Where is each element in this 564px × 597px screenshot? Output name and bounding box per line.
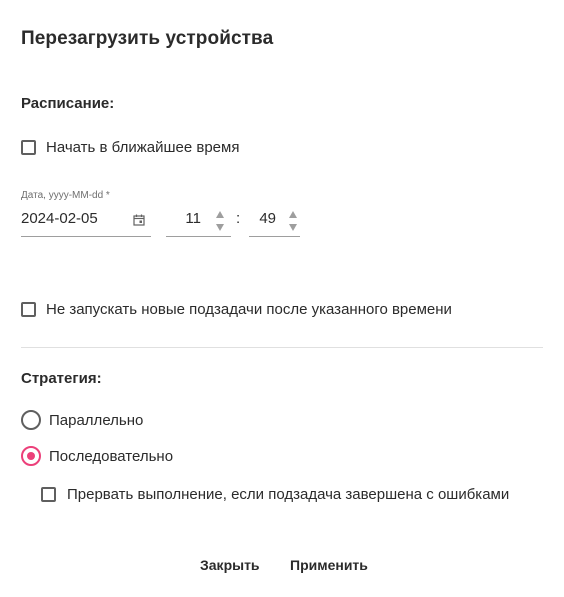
- sequential-radio[interactable]: [21, 446, 41, 466]
- close-button[interactable]: Закрыть: [200, 552, 260, 578]
- strategy-section-label: Стратегия:: [21, 370, 102, 387]
- hours-field-underline: [166, 236, 231, 237]
- strategy-option-sequential[interactable]: Последовательно: [21, 446, 173, 466]
- minutes-spinner[interactable]: [288, 209, 298, 233]
- schedule-section-label: Расписание:: [21, 95, 115, 112]
- no-new-subtasks-checkbox[interactable]: [21, 302, 36, 317]
- date-field-underline: [21, 236, 151, 237]
- hours-input-value[interactable]: 11: [166, 210, 201, 227]
- minutes-down-arrow-icon: [289, 224, 297, 231]
- no-new-subtasks-checkbox-row[interactable]: Не запускать новые подзадачи после указа…: [21, 301, 452, 318]
- start-asap-checkbox-row[interactable]: Начать в ближайшее время: [21, 139, 239, 156]
- minutes-input-value[interactable]: 49: [249, 210, 276, 227]
- calendar-icon[interactable]: [133, 214, 145, 226]
- parallel-radio-label: Параллельно: [49, 411, 144, 429]
- sequential-radio-label: Последовательно: [49, 447, 174, 465]
- date-field-caption: Дата, yyyy-MM-dd *: [21, 190, 110, 201]
- minutes-up-arrow-icon: [289, 211, 297, 218]
- minutes-field-underline: [249, 236, 300, 237]
- hours-down-arrow-icon: [216, 224, 224, 231]
- reboot-devices-dialog: Перезагрузить устройства Расписание: Нач…: [0, 0, 564, 597]
- abort-on-error-checkbox-row[interactable]: Прервать выполнение, если подзадача заве…: [41, 486, 509, 503]
- no-new-subtasks-label: Не запускать новые подзадачи после указа…: [46, 301, 452, 318]
- abort-on-error-checkbox[interactable]: [41, 487, 56, 502]
- date-field[interactable]: Дата, yyyy-MM-dd * 2024-02-05: [21, 190, 151, 238]
- strategy-option-parallel[interactable]: Параллельно: [21, 410, 143, 430]
- apply-button[interactable]: Применить: [290, 552, 368, 578]
- start-asap-checkbox[interactable]: [21, 140, 36, 155]
- hours-up-arrow-icon: [216, 211, 224, 218]
- parallel-radio[interactable]: [21, 410, 41, 430]
- dialog-title: Перезагрузить устройства: [21, 28, 274, 49]
- hours-field[interactable]: 11: [166, 206, 231, 238]
- minutes-field[interactable]: 49: [249, 206, 300, 238]
- hours-spinner[interactable]: [215, 209, 225, 233]
- start-asap-label: Начать в ближайшее время: [46, 139, 240, 156]
- abort-on-error-label: Прервать выполнение, если подзадача заве…: [67, 486, 510, 503]
- date-input-value[interactable]: 2024-02-05: [21, 210, 98, 227]
- time-separator: :: [236, 210, 241, 227]
- section-divider: [21, 347, 543, 348]
